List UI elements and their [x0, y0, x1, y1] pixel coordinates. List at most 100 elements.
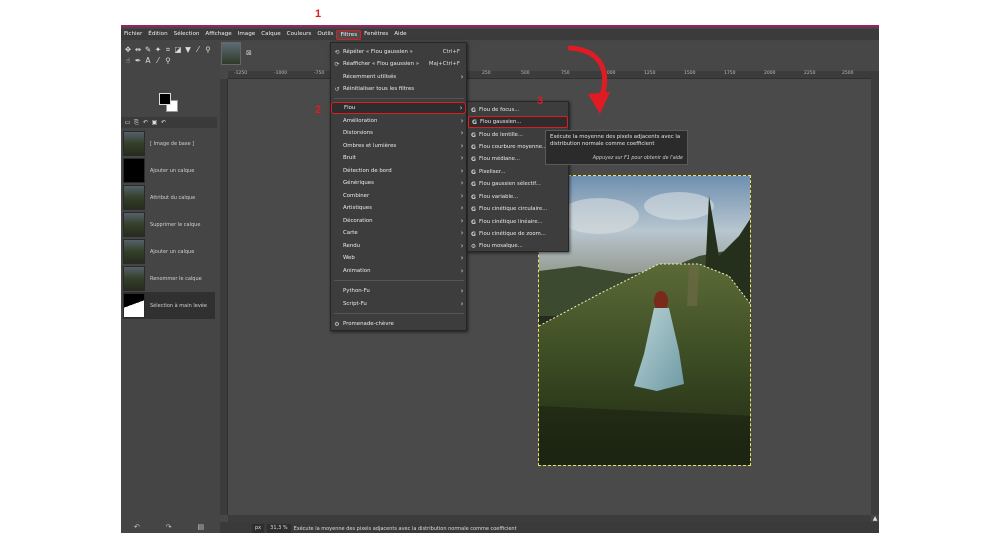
submenu-item[interactable]: G Flou cinétique de zoom...	[468, 228, 568, 240]
ruler-label: 1250	[644, 71, 656, 76]
history-label: Ajouter un calque	[150, 167, 195, 174]
history-row[interactable]: [ Image de base ]	[123, 130, 215, 157]
ruler-label: 2250	[804, 71, 816, 76]
canvas-photo[interactable]	[538, 175, 751, 466]
horizontal-scrollbar[interactable]	[228, 515, 871, 522]
unit-select[interactable]: px	[252, 524, 265, 533]
foreground-color[interactable]	[159, 93, 171, 105]
vertical-scrollbar[interactable]	[871, 71, 879, 515]
menu-separator	[334, 313, 464, 314]
submenu-item[interactable]: G Flou gaussien sélectif...	[468, 178, 568, 190]
chevron-right-icon: ›	[460, 229, 464, 237]
menu-couleurs[interactable]: Couleurs	[284, 29, 315, 40]
menu-image[interactable]: Image	[235, 29, 259, 40]
menu-affichage[interactable]: Affichage	[202, 29, 234, 40]
redo-icon[interactable]: ↷	[166, 523, 172, 531]
menu-item-carte[interactable]: Carte ›	[331, 227, 466, 239]
history-row[interactable]: Supprimer le calque	[123, 211, 215, 238]
history-row[interactable]: Ajouter un calque	[123, 238, 215, 265]
chevron-right-icon: ›	[460, 267, 464, 275]
submenu-item[interactable]: ⚙ Flou mosaïque...	[468, 240, 568, 252]
submenu-item-flou-gaussien[interactable]: G Flou gaussien...	[468, 116, 568, 128]
text-tool-icon[interactable]: A	[143, 55, 153, 66]
layers-tab-icon[interactable]: ▭	[123, 119, 132, 126]
menu-item-web[interactable]: Web ›	[331, 252, 466, 264]
zoom-select[interactable]: 31,3 %	[267, 524, 291, 533]
ruler-label: -1250	[234, 71, 248, 76]
history-row-selected[interactable]: Sélection à main levée	[123, 292, 215, 319]
gegl-icon: G	[471, 205, 476, 213]
image-tab-thumbnail[interactable]	[221, 42, 241, 65]
path	[687, 266, 699, 306]
submenu-item[interactable]: G Flou de focus...	[468, 104, 568, 116]
menu-item-flou[interactable]: Flou ›	[331, 102, 466, 114]
menu-edition[interactable]: Édition	[145, 29, 170, 40]
zoom-tool-icon[interactable]: ⚲	[163, 55, 173, 66]
menu-item-distorsions[interactable]: Distorsions ›	[331, 127, 466, 139]
paths-tab-icon[interactable]: ↶	[141, 119, 150, 126]
undo-icon[interactable]: ↶	[134, 523, 140, 531]
menu-item-label: Web	[343, 255, 355, 261]
paintbrush-icon[interactable]: ⁄	[193, 44, 203, 55]
submenu-item[interactable]: G Flou cinétique circulaire...	[468, 203, 568, 215]
menu-item-combiner[interactable]: Combiner ›	[331, 190, 466, 202]
menu-item-label: Promenade-chèvre	[343, 321, 394, 327]
step-arrow	[567, 45, 610, 114]
submenu-label: Flou de lentille...	[479, 132, 523, 138]
gegl-icon: G	[471, 155, 476, 163]
menu-item-detection[interactable]: Détection de bord ›	[331, 165, 466, 177]
gegl-icon: G	[471, 230, 476, 238]
menu-item-amelioration[interactable]: Amélioration ›	[331, 115, 466, 127]
submenu-item[interactable]: G Pixeliser...	[468, 166, 568, 178]
menu-fenetres[interactable]: Fenêtres	[361, 29, 391, 40]
menu-fichier[interactable]: Fichier	[121, 29, 145, 40]
repeat-filter-item[interactable]: ⟲ Répéter « Flou gaussien » Ctrl+F	[331, 46, 466, 58]
menu-item-python-fu[interactable]: Python-Fu ›	[331, 285, 466, 297]
channels-tab-icon[interactable]: ⎘	[132, 119, 141, 127]
history-tab-icon[interactable]: ▣	[150, 119, 159, 126]
bucket-fill-icon[interactable]: ▼	[183, 44, 193, 55]
clear-history-icon[interactable]: ▤	[197, 523, 204, 531]
path-tool-icon[interactable]: ✒	[133, 55, 143, 66]
menu-item-animation[interactable]: Animation ›	[331, 265, 466, 277]
menu-item-bruit[interactable]: Bruit ›	[331, 152, 466, 164]
menu-calque[interactable]: Calque	[258, 29, 283, 40]
undo-tab-icon[interactable]: ↶	[159, 119, 168, 126]
menu-separator	[334, 280, 464, 281]
history-row[interactable]: Ajouter un calque	[123, 157, 215, 184]
clone-tool-icon[interactable]: ⚲	[203, 44, 213, 55]
navigate-icon[interactable]: ▲	[871, 515, 879, 522]
menu-item-artistiques[interactable]: Artistiques ›	[331, 202, 466, 214]
submenu-item[interactable]: G Flou variable...	[468, 191, 568, 203]
free-select-icon[interactable]: ✎	[143, 44, 153, 55]
fuzzy-select-icon[interactable]: ✦	[153, 44, 163, 55]
menu-outils[interactable]: Outils	[314, 29, 336, 40]
fg-bg-colors[interactable]	[159, 93, 179, 113]
menu-item-script-fu[interactable]: Script-Fu ›	[331, 298, 466, 310]
menu-item-ombres[interactable]: Ombres et lumières ›	[331, 140, 466, 152]
close-icon[interactable]: ⊠	[246, 49, 252, 57]
menu-filtres[interactable]: Filtres	[336, 29, 362, 40]
reset-filters-item[interactable]: ↺ Réinitialiser tous les filtres	[331, 83, 466, 95]
menu-item-promenade-chevre[interactable]: ⚙ Promenade-chèvre	[331, 318, 466, 330]
transform-tool-icon[interactable]: ◪	[173, 44, 183, 55]
smudge-tool-icon[interactable]: ☝	[123, 55, 133, 66]
history-label: Sélection à main levée	[150, 302, 207, 309]
color-picker-icon[interactable]: ⁄	[153, 55, 163, 66]
submenu-item[interactable]: G Flou cinétique linéaire...	[468, 216, 568, 228]
align-tool-icon[interactable]: ⇹	[133, 44, 143, 55]
reshow-filter-shortcut: Maj+Ctrl+F	[428, 61, 460, 67]
crop-tool-icon[interactable]: ⌗	[163, 44, 173, 55]
history-row[interactable]: Renommer le calque	[123, 265, 215, 292]
recently-used-item[interactable]: Récemment utilisés ›	[331, 71, 466, 83]
menu-item-rendu[interactable]: Rendu ›	[331, 240, 466, 252]
menu-selection[interactable]: Sélection	[171, 29, 203, 40]
menu-item-decoration[interactable]: Décoration ›	[331, 215, 466, 227]
move-tool-icon[interactable]: ✥	[123, 44, 133, 55]
reshow-filter-item[interactable]: ⟳ Réafficher « Flou gaussien » Maj+Ctrl+…	[331, 58, 466, 70]
menu-aide[interactable]: Aide	[391, 29, 409, 40]
menu-item-generiques[interactable]: Génériques ›	[331, 177, 466, 189]
dock-tabs: ▭ ⎘ ↶ ▣ ↶	[121, 117, 217, 128]
history-row[interactable]: Attribut du calque	[123, 184, 215, 211]
cloud	[644, 192, 714, 220]
